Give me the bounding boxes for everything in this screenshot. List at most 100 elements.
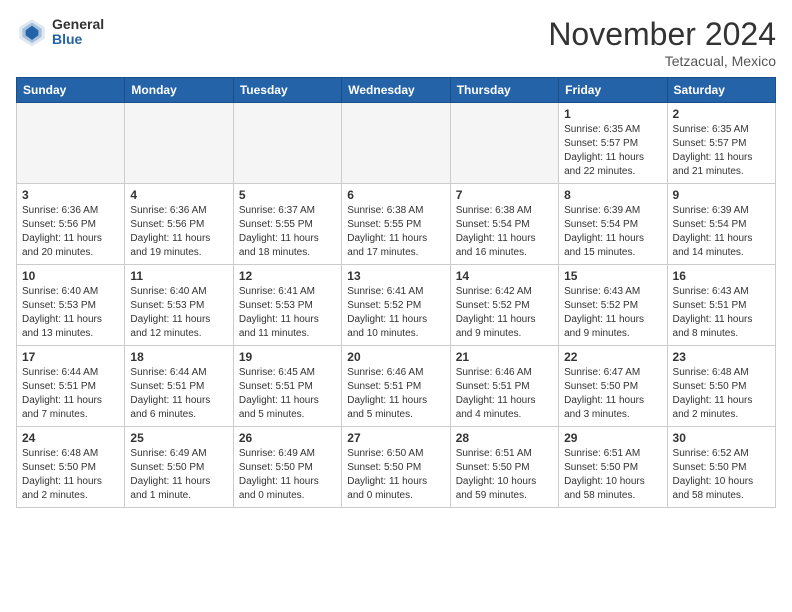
day-info: Sunrise: 6:35 AM Sunset: 5:57 PM Dayligh… [564, 123, 661, 179]
day-info: Sunrise: 6:46 AM Sunset: 5:51 PM Dayligh… [347, 366, 444, 422]
calendar-cell: 18Sunrise: 6:44 AM Sunset: 5:51 PM Dayli… [125, 346, 233, 427]
location: Tetzacual, Mexico [548, 53, 776, 69]
day-number: 20 [347, 350, 444, 364]
calendar-cell: 25Sunrise: 6:49 AM Sunset: 5:50 PM Dayli… [125, 427, 233, 508]
day-info: Sunrise: 6:48 AM Sunset: 5:50 PM Dayligh… [673, 366, 770, 422]
logo-icon [16, 16, 48, 48]
day-number: 30 [673, 431, 770, 445]
logo-general: General [52, 17, 104, 32]
col-header-wednesday: Wednesday [342, 78, 450, 103]
day-number: 9 [673, 188, 770, 202]
col-header-tuesday: Tuesday [233, 78, 341, 103]
day-info: Sunrise: 6:46 AM Sunset: 5:51 PM Dayligh… [456, 366, 553, 422]
logo: General Blue [16, 16, 104, 48]
day-number: 26 [239, 431, 336, 445]
calendar-cell: 15 Sunrise: 6:43 AM Sunset: 5:52 PM Dayli… [559, 265, 667, 346]
calendar-cell: 24Sunrise: 6:48 AM Sunset: 5:50 PM Dayli… [17, 427, 125, 508]
day-info: Sunrise: 6:47 AM Sunset: 5:50 PM Dayligh… [564, 366, 661, 422]
day-info: Sunrise: 6:40 AM Sunset: 5:53 PM Dayligh… [22, 285, 119, 341]
day-number: 13 [347, 269, 444, 283]
calendar-cell: 20 Sunrise: 6:46 AM Sunset: 5:51 PM Dayli… [342, 346, 450, 427]
calendar-cell: 13 Sunrise: 6:41 AM Sunset: 5:52 PM Dayli… [342, 265, 450, 346]
day-number: 12 [239, 269, 336, 283]
day-number: 22 [564, 350, 661, 364]
calendar-cell [342, 103, 450, 184]
day-info: Sunrise: 6:43 AM Sunset: 5:52 PM Dayligh… [564, 285, 661, 341]
day-info: Sunrise: 6:37 AM Sunset: 5:55 PM Dayligh… [239, 204, 336, 260]
calendar-week-5: 24Sunrise: 6:48 AM Sunset: 5:50 PM Dayli… [17, 427, 776, 508]
calendar-cell: 10 Sunrise: 6:40 AM Sunset: 5:53 PM Dayli… [17, 265, 125, 346]
calendar-cell: 7 Sunrise: 6:38 AM Sunset: 5:54 PM Daylig… [450, 184, 558, 265]
calendar-cell: 6 Sunrise: 6:38 AM Sunset: 5:55 PM Daylig… [342, 184, 450, 265]
col-header-saturday: Saturday [667, 78, 775, 103]
logo-text: General Blue [52, 17, 104, 48]
day-number: 25 [130, 431, 227, 445]
day-number: 21 [456, 350, 553, 364]
day-number: 2 [673, 107, 770, 121]
logo-blue: Blue [52, 32, 104, 47]
day-info: Sunrise: 6:41 AM Sunset: 5:53 PM Dayligh… [239, 285, 336, 341]
title-block: November 2024 Tetzacual, Mexico [548, 16, 776, 69]
calendar-cell: 23 Sunrise: 6:48 AM Sunset: 5:50 PM Dayli… [667, 346, 775, 427]
day-number: 6 [347, 188, 444, 202]
day-number: 3 [22, 188, 119, 202]
calendar-cell: 9 Sunrise: 6:39 AM Sunset: 5:54 PM Daylig… [667, 184, 775, 265]
month-title: November 2024 [548, 16, 776, 53]
day-info: Sunrise: 6:44 AM Sunset: 5:51 PM Dayligh… [130, 366, 227, 422]
day-info: Sunrise: 6:40 AM Sunset: 5:53 PM Dayligh… [130, 285, 227, 341]
calendar-cell: 28 Sunrise: 6:51 AM Sunset: 5:50 PM Dayli… [450, 427, 558, 508]
calendar-cell [125, 103, 233, 184]
day-info: Sunrise: 6:42 AM Sunset: 5:52 PM Dayligh… [456, 285, 553, 341]
day-number: 23 [673, 350, 770, 364]
day-info: Sunrise: 6:50 AM Sunset: 5:50 PM Dayligh… [347, 447, 444, 503]
day-number: 11 [130, 269, 227, 283]
day-info: Sunrise: 6:38 AM Sunset: 5:54 PM Dayligh… [456, 204, 553, 260]
day-info: Sunrise: 6:39 AM Sunset: 5:54 PM Dayligh… [673, 204, 770, 260]
day-number: 5 [239, 188, 336, 202]
calendar-cell: 11 Sunrise: 6:40 AM Sunset: 5:53 PM Dayli… [125, 265, 233, 346]
col-header-thursday: Thursday [450, 78, 558, 103]
day-number: 15 [564, 269, 661, 283]
calendar-week-1: 1 Sunrise: 6:35 AM Sunset: 5:57 PM Daylig… [17, 103, 776, 184]
calendar-cell [450, 103, 558, 184]
calendar-cell: 17Sunrise: 6:44 AM Sunset: 5:51 PM Dayli… [17, 346, 125, 427]
day-number: 10 [22, 269, 119, 283]
day-number: 16 [673, 269, 770, 283]
day-number: 1 [564, 107, 661, 121]
calendar-header-row: SundayMondayTuesdayWednesdayThursdayFrid… [17, 78, 776, 103]
day-info: Sunrise: 6:49 AM Sunset: 5:50 PM Dayligh… [239, 447, 336, 503]
day-number: 7 [456, 188, 553, 202]
day-info: Sunrise: 6:48 AM Sunset: 5:50 PM Dayligh… [22, 447, 119, 503]
day-number: 19 [239, 350, 336, 364]
calendar-cell: 12 Sunrise: 6:41 AM Sunset: 5:53 PM Dayli… [233, 265, 341, 346]
day-info: Sunrise: 6:38 AM Sunset: 5:55 PM Dayligh… [347, 204, 444, 260]
calendar-cell: 3Sunrise: 6:36 AM Sunset: 5:56 PM Daylig… [17, 184, 125, 265]
calendar-cell: 21 Sunrise: 6:46 AM Sunset: 5:51 PM Dayli… [450, 346, 558, 427]
calendar-cell: 30 Sunrise: 6:52 AM Sunset: 5:50 PM Dayli… [667, 427, 775, 508]
calendar-cell: 29 Sunrise: 6:51 AM Sunset: 5:50 PM Dayli… [559, 427, 667, 508]
calendar-cell: 14Sunrise: 6:42 AM Sunset: 5:52 PM Dayli… [450, 265, 558, 346]
day-info: Sunrise: 6:52 AM Sunset: 5:50 PM Dayligh… [673, 447, 770, 503]
day-info: Sunrise: 6:51 AM Sunset: 5:50 PM Dayligh… [564, 447, 661, 503]
day-number: 28 [456, 431, 553, 445]
day-number: 27 [347, 431, 444, 445]
page-header: General Blue November 2024 Tetzacual, Me… [16, 16, 776, 69]
day-info: Sunrise: 6:39 AM Sunset: 5:54 PM Dayligh… [564, 204, 661, 260]
day-info: Sunrise: 6:41 AM Sunset: 5:52 PM Dayligh… [347, 285, 444, 341]
day-info: Sunrise: 6:51 AM Sunset: 5:50 PM Dayligh… [456, 447, 553, 503]
calendar-cell: 4Sunrise: 6:36 AM Sunset: 5:56 PM Daylig… [125, 184, 233, 265]
day-info: Sunrise: 6:35 AM Sunset: 5:57 PM Dayligh… [673, 123, 770, 179]
day-number: 17 [22, 350, 119, 364]
day-number: 8 [564, 188, 661, 202]
calendar-cell: 5 Sunrise: 6:37 AM Sunset: 5:55 PM Daylig… [233, 184, 341, 265]
calendar-cell [17, 103, 125, 184]
calendar-week-3: 10 Sunrise: 6:40 AM Sunset: 5:53 PM Dayli… [17, 265, 776, 346]
calendar-cell: 1 Sunrise: 6:35 AM Sunset: 5:57 PM Daylig… [559, 103, 667, 184]
calendar-cell: 16Sunrise: 6:43 AM Sunset: 5:51 PM Dayli… [667, 265, 775, 346]
calendar-table: SundayMondayTuesdayWednesdayThursdayFrid… [16, 77, 776, 508]
day-number: 29 [564, 431, 661, 445]
calendar-week-2: 3Sunrise: 6:36 AM Sunset: 5:56 PM Daylig… [17, 184, 776, 265]
calendar-cell: 2 Sunrise: 6:35 AM Sunset: 5:57 PM Daylig… [667, 103, 775, 184]
calendar-cell [233, 103, 341, 184]
col-header-sunday: Sunday [17, 78, 125, 103]
